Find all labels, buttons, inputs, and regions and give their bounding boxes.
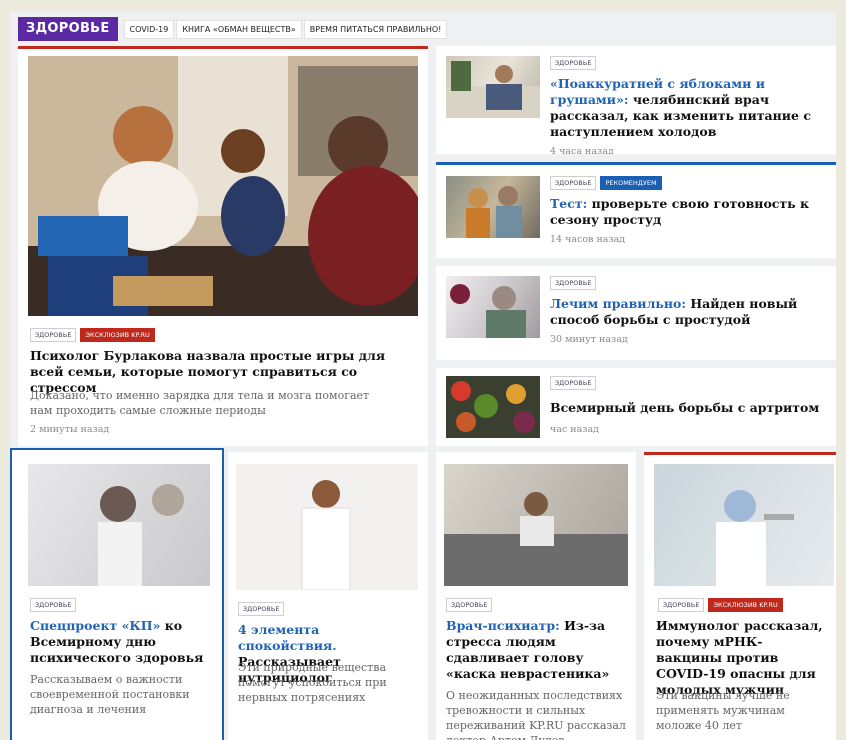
side-2-text[interactable]: проверьте свою готовность к сезону прост… bbox=[550, 196, 809, 227]
tag-health[interactable]: ЗДОРОВЬЕ bbox=[550, 376, 597, 390]
main-article-lead: Доказано, что именно зарядка для тела и … bbox=[30, 389, 370, 417]
side-3-highlight[interactable]: Лечим правильно: bbox=[550, 296, 686, 311]
bottom-2-tags: ЗДОРОВЬЕ bbox=[238, 602, 285, 616]
tag-book[interactable]: КНИГА «ОБМАН ВЕЩЕСТВ» bbox=[176, 19, 302, 39]
bottom-3-title[interactable]: Врач-психиатр: Из-за стресса людям сдавл… bbox=[446, 618, 626, 682]
bottom-1-highlight[interactable]: Спецпроект «КП» bbox=[30, 618, 160, 633]
side-article-card-3[interactable]: ЗДОРОВЬЕ Лечим правильно: Найден новый с… bbox=[436, 266, 836, 360]
bottom-4-tags: ЗДОРОВЬЕ ЭКСКЛЮЗИВ KP.RU bbox=[658, 598, 783, 612]
tag-health[interactable]: ЗДОРОВЬЕ bbox=[658, 598, 705, 612]
tag-nutrition[interactable]: ВРЕМЯ ПИТАТЬСЯ ПРАВИЛЬНО! bbox=[303, 19, 448, 39]
bottom-4-text[interactable]: Иммунолог рассказал, почему мРНК-вакцины… bbox=[656, 618, 823, 697]
tag-health[interactable]: ЗДОРОВЬЕ bbox=[238, 602, 285, 616]
tag-covid[interactable]: COVID-19 bbox=[123, 19, 175, 39]
bottom-article-card-1[interactable]: ЗДОРОВЬЕ Спецпроект «КП» ко Всемирному д… bbox=[10, 448, 224, 740]
tag-recommended[interactable]: РЕКОМЕНДУЕМ bbox=[600, 176, 662, 190]
family-playing-games-image bbox=[28, 56, 418, 316]
side-2-time: 14 часов назад bbox=[550, 234, 626, 245]
main-article-image[interactable] bbox=[28, 56, 418, 316]
bottom-4-title[interactable]: Иммунолог рассказал, почему мРНК-вакцины… bbox=[656, 618, 828, 698]
tag-health[interactable]: ЗДОРОВЬЕ bbox=[446, 598, 493, 612]
bottom-3-highlight[interactable]: Врач-психиатр: bbox=[446, 618, 560, 633]
doctor-image bbox=[446, 56, 540, 118]
sick-woman-image bbox=[446, 276, 540, 338]
card-accent-line bbox=[644, 452, 836, 455]
side-2-highlight[interactable]: Тест: bbox=[550, 196, 587, 211]
bottom-2-lead: Эти природные вещества помогут успокоить… bbox=[238, 661, 387, 704]
card-accent-line bbox=[436, 162, 836, 165]
side-3-tags: ЗДОРОВЬЕ bbox=[550, 276, 828, 290]
tag-exclusive[interactable]: ЭКСКЛЮЗИВ KP.RU bbox=[80, 328, 155, 342]
tag-health[interactable]: ЗДОРОВЬЕ bbox=[30, 598, 77, 612]
bottom-3-lead: О неожиданных последствиях тревожности и… bbox=[446, 689, 626, 740]
bottom-4-lead: Эти вакцины лучше не применять мужчинам … bbox=[656, 689, 790, 732]
bottom-1-tags: ЗДОРОВЬЕ bbox=[30, 598, 77, 612]
couple-rain-image bbox=[446, 176, 540, 238]
woman-screaming-image bbox=[28, 464, 210, 586]
stressed-woman-image bbox=[444, 464, 628, 586]
bottom-3-tags: ЗДОРОВЬЕ bbox=[446, 598, 493, 612]
tag-health[interactable]: ЗДОРОВЬЕ bbox=[550, 176, 597, 190]
bottom-1-lead: Рассказываем о важности своевременной по… bbox=[30, 673, 190, 716]
bottom-1-title[interactable]: Спецпроект «КП» ко Всемирному дню психич… bbox=[30, 618, 210, 666]
vegetables-image bbox=[446, 376, 540, 438]
rubric-title[interactable]: ЗДОРОВЬЕ bbox=[18, 17, 118, 41]
side-3-time: 30 минут назад bbox=[550, 334, 628, 345]
side-4-text[interactable]: Всемирный день борьбы с артритом bbox=[550, 400, 819, 415]
side-1-title[interactable]: «Поаккуратней с яблоками и грушами»: чел… bbox=[550, 76, 828, 140]
side-4-time: час назад bbox=[550, 424, 599, 435]
main-article-card[interactable]: ЗДОРОВЬЕ ЭКСКЛЮЗИВ KP.RU Психолог Бурлак… bbox=[18, 46, 428, 446]
tag-health[interactable]: ЗДОРОВЬЕ bbox=[550, 276, 597, 290]
rubric-bar: ЗДОРОВЬЕ COVID-19 КНИГА «ОБМАН ВЕЩЕСТВ» … bbox=[10, 12, 836, 46]
side-4-tags: ЗДОРОВЬЕ bbox=[550, 376, 828, 390]
side-2-tags: ЗДОРОВЬЕ РЕКОМЕНДУЕМ bbox=[550, 176, 828, 190]
card-accent-line bbox=[18, 46, 428, 49]
tag-health[interactable]: ЗДОРОВЬЕ bbox=[30, 328, 77, 342]
main-article-time: 2 минуты назад bbox=[30, 424, 110, 435]
tag-health[interactable]: ЗДОРОВЬЕ bbox=[550, 56, 597, 70]
side-article-card-4[interactable]: ЗДОРОВЬЕ Всемирный день борьбы с артрито… bbox=[436, 368, 836, 446]
bottom-article-card-2[interactable]: ЗДОРОВЬЕ 4 элемента спокойствия. Рассказ… bbox=[228, 452, 428, 740]
bottom-article-card-3[interactable]: ЗДОРОВЬЕ Врач-психиатр: Из-за стресса лю… bbox=[436, 452, 636, 740]
bottom-article-card-4[interactable]: ЗДОРОВЬЕ ЭКСКЛЮЗИВ KP.RU Иммунолог расска… bbox=[644, 452, 836, 740]
side-2-title[interactable]: Тест: проверьте свою готовность к сезону… bbox=[550, 196, 828, 228]
side-1-tags: ЗДОРОВЬЕ bbox=[550, 56, 828, 70]
tag-exclusive[interactable]: ЭКСКЛЮЗИВ KP.RU bbox=[708, 598, 783, 612]
side-article-card-1[interactable]: ЗДОРОВЬЕ «Поаккуратней с яблоками и груш… bbox=[436, 46, 836, 154]
vaccine-image bbox=[654, 464, 834, 586]
side-3-title[interactable]: Лечим правильно: Найден новый способ бор… bbox=[550, 296, 828, 328]
side-1-time: 4 часа назад bbox=[550, 146, 614, 154]
nutritionist-image bbox=[236, 464, 418, 590]
main-article-tags: ЗДОРОВЬЕ ЭКСКЛЮЗИВ KP.RU bbox=[30, 328, 155, 342]
side-article-card-2[interactable]: ЗДОРОВЬЕ РЕКОМЕНДУЕМ Тест: проверьте свою… bbox=[436, 162, 836, 258]
bottom-2-highlight[interactable]: 4 элемента спокойствия. bbox=[238, 622, 337, 653]
side-4-title[interactable]: Всемирный день борьбы с артритом bbox=[550, 400, 828, 416]
